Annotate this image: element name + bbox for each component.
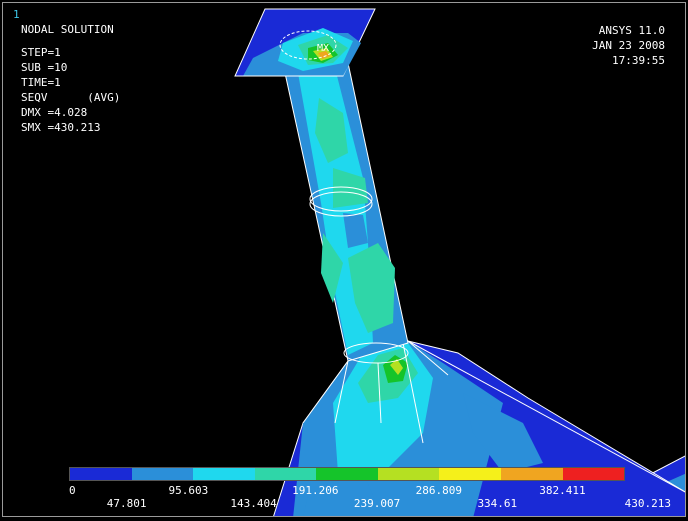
legend-band	[500, 468, 563, 480]
step-value: STEP=1	[21, 46, 61, 59]
legend-band	[562, 468, 625, 480]
legend-band	[193, 468, 255, 480]
legend-band	[131, 468, 194, 480]
sub-value: SUB =10	[21, 61, 68, 74]
legend-band	[254, 468, 317, 480]
legend-label: 430.213	[624, 497, 671, 510]
legend-band	[316, 468, 378, 480]
legend-band	[70, 468, 132, 480]
dmx-value: DMX =4.028	[21, 106, 88, 119]
product-stamp: ANSYS 11.0 JAN 23 2008 17:39:55	[592, 23, 665, 68]
legend-label: 239.007	[353, 497, 401, 510]
solution-info: NODAL SOLUTION STEP=1 SUB =10 TIME=1 SEQ…	[21, 22, 120, 135]
legend-label: 95.603	[168, 484, 209, 497]
smx-value: SMX =430.213	[21, 121, 101, 134]
legend-label: 191.206	[292, 484, 339, 497]
plot-time: 17:39:55	[612, 54, 665, 67]
legend-band	[377, 468, 440, 480]
plot-date: JAN 23 2008	[592, 39, 665, 52]
result-type: SEQV (AVG)	[21, 91, 121, 104]
product-version: ANSYS 11.0	[598, 24, 665, 37]
legend-band	[439, 468, 501, 480]
legend-label: 286.809	[415, 484, 463, 497]
plot-title: NODAL SOLUTION	[21, 23, 114, 36]
window-number: 1	[13, 8, 20, 21]
legend-label: 334.61	[477, 497, 518, 510]
max-marker: MX	[317, 43, 329, 54]
contour-legend-bar	[69, 467, 625, 481]
time-value: TIME=1	[21, 76, 61, 89]
legend-label: 382.411	[539, 484, 586, 497]
graphics-viewport[interactable]: MX 1 NODAL SOLUTION STEP=1 SUB =10 TIME=…	[2, 2, 686, 517]
legend-label: 143.404	[230, 497, 277, 510]
legend-label: 0	[69, 484, 76, 497]
legend-label: 47.801	[106, 497, 147, 510]
